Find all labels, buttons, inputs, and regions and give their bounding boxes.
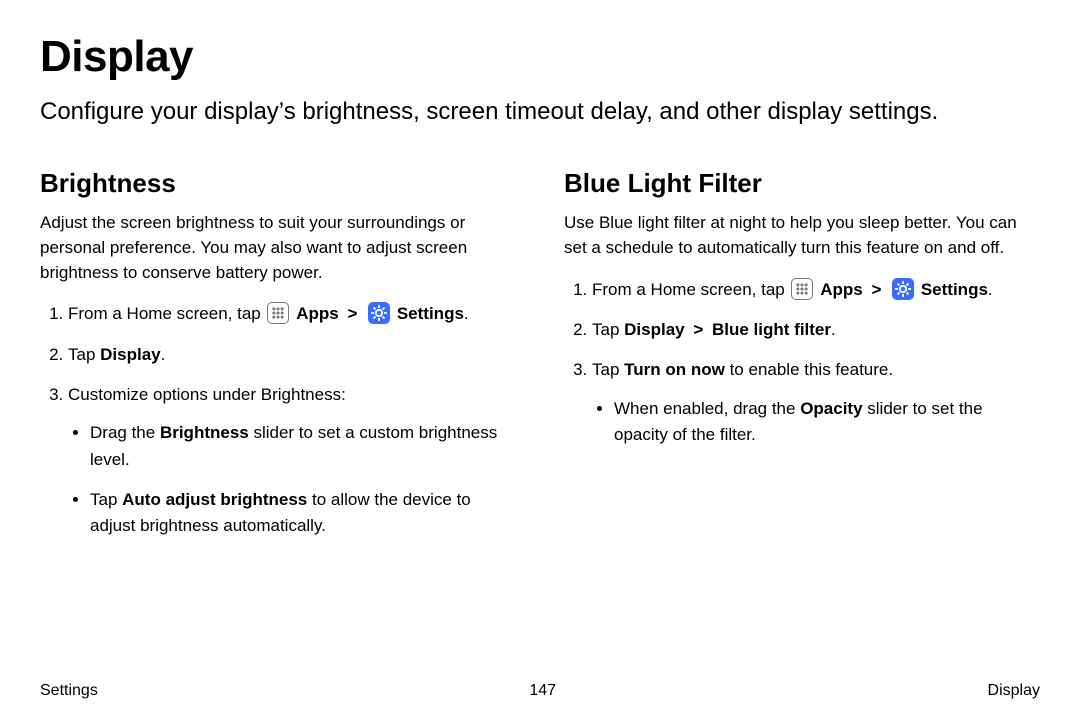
text: Drag the — [90, 423, 160, 442]
bold: Opacity — [800, 399, 862, 418]
step-2: Tap Display > Blue light filter. — [592, 317, 1040, 343]
brightness-heading: Brightness — [40, 168, 516, 199]
substep-1: Drag the Brightness slider to set a cust… — [90, 420, 516, 473]
blue-light-desc: Use Blue light filter at night to help y… — [564, 211, 1040, 260]
bold: Auto adjust brightness — [122, 490, 307, 509]
footer-left: Settings — [40, 682, 98, 700]
settings-label: Settings — [397, 304, 464, 323]
step-text: Tap — [592, 320, 624, 339]
period: . — [161, 345, 166, 364]
substep-2: Tap Auto adjust brightness to allow the … — [90, 487, 516, 540]
period: . — [988, 280, 993, 299]
chevron-icon: > — [685, 320, 712, 339]
footer-right: Display — [988, 682, 1040, 700]
step-text: Tap — [68, 345, 100, 364]
footer-page-number: 147 — [529, 682, 556, 700]
column-brightness: Brightness Adjust the screen brightness … — [40, 168, 516, 553]
step-1: From a Home screen, tap Apps > Settings. — [68, 301, 516, 327]
step-3: Tap Turn on now to enable this feature. … — [592, 357, 1040, 448]
period: . — [464, 304, 469, 323]
step-2: Tap Display. — [68, 342, 516, 368]
step-1: From a Home screen, tap Apps > Settings. — [592, 277, 1040, 303]
settings-icon — [368, 302, 390, 324]
text: When enabled, drag the — [614, 399, 800, 418]
page-intro: Configure your display’s brightness, scr… — [40, 96, 1040, 128]
apps-label: Apps — [296, 304, 339, 323]
column-blue-light: Blue Light Filter Use Blue light filter … — [564, 168, 1040, 553]
step-text: From a Home screen, tap — [592, 280, 789, 299]
blue-light-heading: Blue Light Filter — [564, 168, 1040, 199]
page-title: Display — [40, 32, 1040, 82]
blue-light-label: Blue light filter — [712, 320, 831, 339]
apps-label: Apps — [820, 280, 863, 299]
manual-page: Display Configure your display’s brightn… — [0, 0, 1080, 720]
display-label: Display — [624, 320, 684, 339]
chevron-icon: > — [867, 280, 885, 299]
blue-light-substeps: When enabled, drag the Opacity slider to… — [592, 396, 1040, 449]
step-text: Tap — [592, 360, 624, 379]
page-footer: Settings 147 Display — [40, 682, 1040, 700]
blue-light-steps: From a Home screen, tap Apps > Settings.… — [564, 277, 1040, 449]
turn-on-label: Turn on now — [624, 360, 725, 379]
period: . — [831, 320, 836, 339]
display-label: Display — [100, 345, 160, 364]
brightness-desc: Adjust the screen brightness to suit you… — [40, 211, 516, 285]
step-text: From a Home screen, tap — [68, 304, 265, 323]
brightness-steps: From a Home screen, tap Apps > Settings.… — [40, 301, 516, 539]
apps-icon — [267, 302, 289, 324]
apps-icon — [791, 278, 813, 300]
step-text: to enable this feature. — [725, 360, 893, 379]
bold: Brightness — [160, 423, 249, 442]
settings-label: Settings — [921, 280, 988, 299]
step-text: Customize options under Brightness: — [68, 385, 346, 404]
text: Tap — [90, 490, 122, 509]
step-3: Customize options under Brightness: Drag… — [68, 382, 516, 540]
brightness-substeps: Drag the Brightness slider to set a cust… — [68, 420, 516, 539]
settings-icon — [892, 278, 914, 300]
chevron-icon: > — [343, 304, 361, 323]
columns: Brightness Adjust the screen brightness … — [40, 168, 1040, 553]
substep-1: When enabled, drag the Opacity slider to… — [614, 396, 1040, 449]
